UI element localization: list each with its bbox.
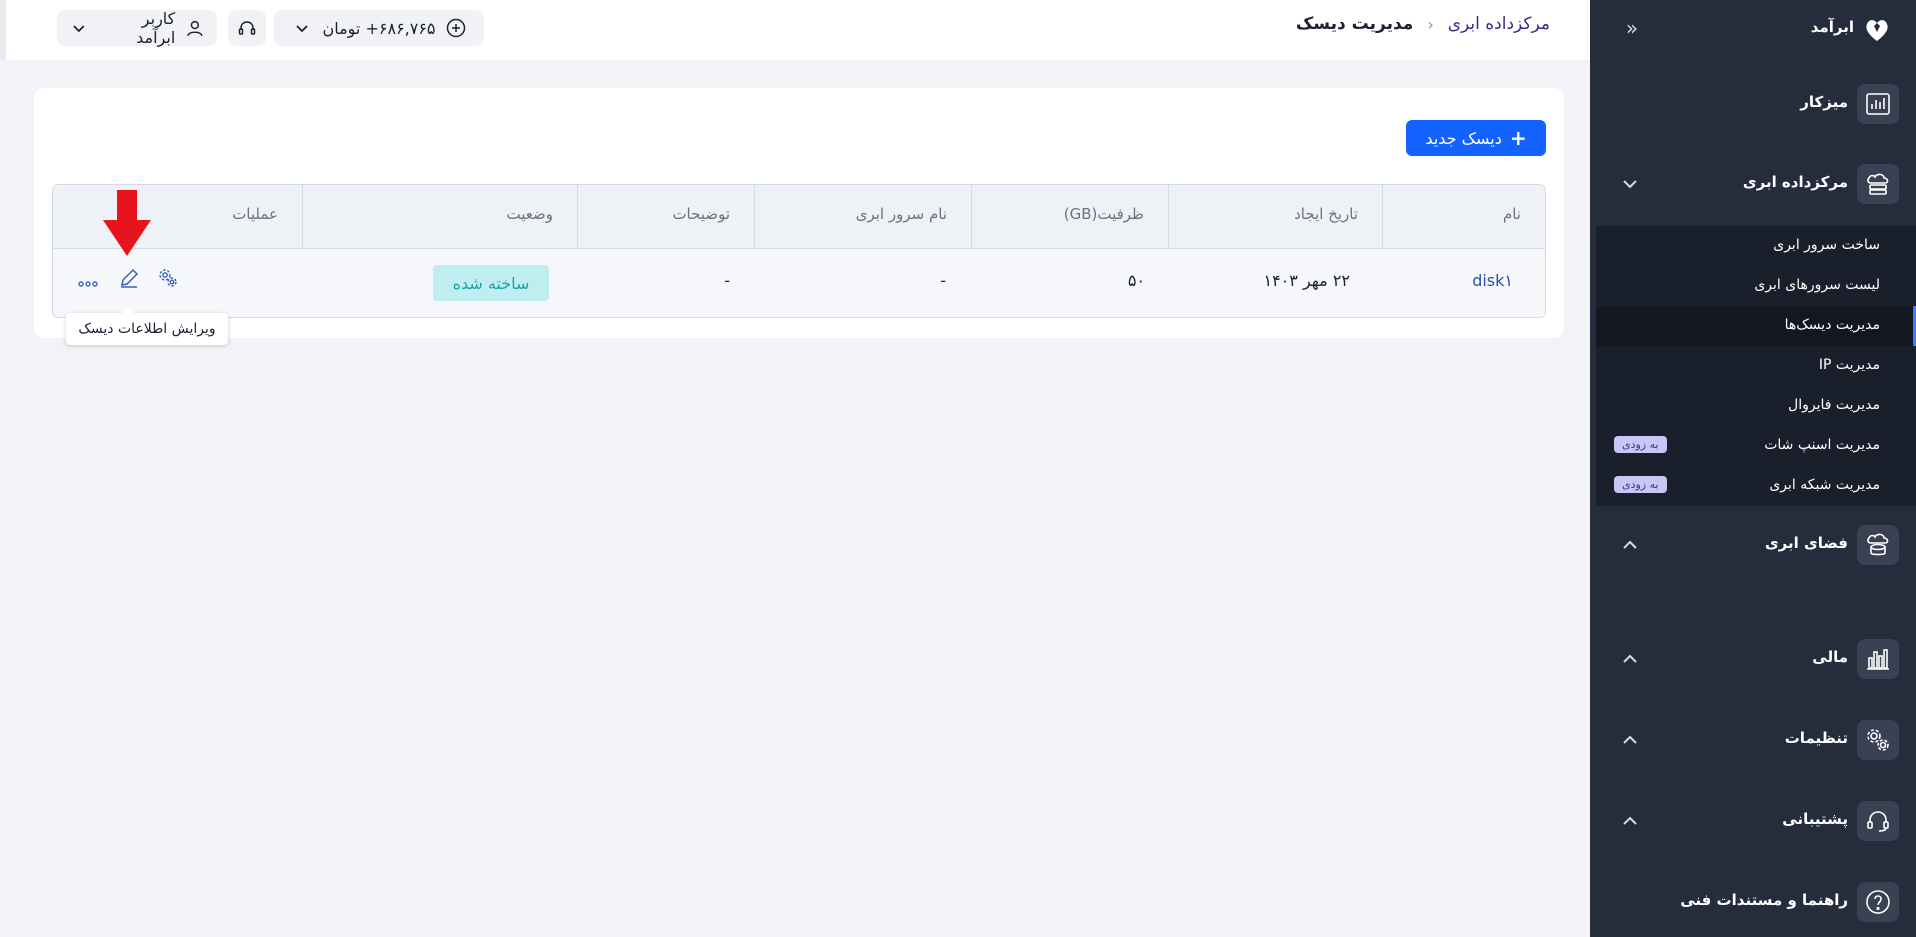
settings-gears-icon <box>1857 720 1899 760</box>
coming-soon-badge: به زودی <box>1614 476 1667 493</box>
chevron-up-icon[interactable] <box>1620 730 1640 750</box>
top-bar: مرکزداده ابری ‹ مدیریت دیسک ۶۸۶,۷۶۵+ توم… <box>0 0 1590 60</box>
user-name: کاربر ابرآمد <box>136 9 176 47</box>
disk-table: نام تاریخ ایجاد ظرفیت(GB) نام سرور ابری … <box>52 184 1546 318</box>
nav-label: مرکزداده ابری <box>1742 173 1848 191</box>
finance-chart-icon <box>1857 639 1899 679</box>
help-icon <box>1857 882 1899 922</box>
edit-disk-tooltip: ویرایش اطلاعات دیسک <box>66 307 228 345</box>
headset-icon <box>1857 801 1899 841</box>
sidebar-item-snapshot-management[interactable]: مدیریت اسنپ شات به زودی <box>1596 426 1916 466</box>
table-row: disk۱ ۲۲ مهر ۱۴۰۳ ۵۰ - - ساخته شده <box>53 249 1545 317</box>
nav-label: راهنما و مستندات فنی <box>1680 891 1848 909</box>
coming-soon-badge: به زودی <box>1614 436 1667 453</box>
chevron-left-icon: ‹ <box>1427 14 1434 34</box>
nav-item-cloud-storage[interactable]: فضای ابری <box>1590 519 1916 571</box>
nav-item-docs[interactable]: راهنما و مستندات فنی <box>1590 876 1916 928</box>
new-disk-button[interactable]: + دیسک جدید <box>1406 120 1546 156</box>
sub-label: مدیریت دیسک‌ها <box>1784 317 1880 333</box>
sub-label: مدیریت IP <box>1818 357 1880 373</box>
brand-name: ابرآمد <box>1810 18 1854 36</box>
nav-label: تنظیمات <box>1784 729 1848 747</box>
chevron-down-icon <box>296 25 309 33</box>
chevron-down-icon[interactable] <box>1620 174 1640 194</box>
user-menu-button[interactable]: کاربر ابرآمد <box>57 9 217 47</box>
sidebar-item-network-management[interactable]: مدیریت شبکه ابری به زودی <box>1596 466 1916 506</box>
chevron-up-icon[interactable] <box>1620 535 1640 555</box>
nav-item-support[interactable]: پشتیبانی <box>1590 795 1916 847</box>
balance-amount: ۶۸۶,۷۶۵+ تومان <box>322 18 436 38</box>
capacity-value: ۵۰ <box>1127 271 1145 290</box>
sidebar-item-create-server[interactable]: ساخت سرور ابری <box>1596 226 1916 266</box>
sidebar-item-firewall-management[interactable]: مدیریت فایروال <box>1596 386 1916 426</box>
nav-item-dashboard[interactable]: میزکار <box>1590 78 1916 130</box>
nav-item-settings[interactable]: تنظیمات <box>1590 714 1916 766</box>
more-options-icon[interactable] <box>77 273 99 295</box>
breadcrumb: مرکزداده ابری ‹ مدیریت دیسک <box>1296 14 1550 34</box>
sidebar-item-disk-management[interactable]: مدیریت دیسک‌ها <box>1596 306 1916 346</box>
chevron-down-icon <box>73 25 85 33</box>
brand[interactable]: ابرآمد « <box>1590 0 1916 56</box>
edit-pencil-icon[interactable] <box>118 267 140 289</box>
add-circle-icon <box>446 18 465 38</box>
column-header-operations: عملیات <box>232 205 278 223</box>
created-date: ۲۲ مهر ۱۴۰۳ <box>1263 271 1350 290</box>
sub-label: مدیریت اسنپ شات <box>1764 437 1880 453</box>
cloud-server-icon <box>1857 164 1899 204</box>
sub-label: مدیریت شبکه ابری <box>1769 477 1880 493</box>
status-badge: ساخته شده <box>433 265 549 301</box>
nav-label: فضای ابری <box>1764 534 1848 552</box>
column-header-capacity: ظرفیت(GB) <box>971 185 1168 249</box>
page-title: مدیریت دیسک <box>1295 14 1414 34</box>
sub-label: ساخت سرور ابری <box>1773 237 1880 253</box>
column-header-created: تاریخ ایجاد <box>1168 185 1382 249</box>
dashboard-chart-icon <box>1857 84 1899 124</box>
description: - <box>724 271 730 290</box>
nav-item-cloud-datacenter[interactable]: مرکزداده ابری <box>1590 158 1916 210</box>
nav-label: پشتیبانی <box>1782 810 1848 828</box>
disk-settings-icon[interactable] <box>157 267 179 289</box>
cloud-storage-icon <box>1857 525 1899 565</box>
support-button[interactable] <box>228 10 266 46</box>
user-icon <box>187 20 203 37</box>
column-header-server: نام سرور ابری <box>754 185 971 249</box>
balance-button[interactable]: ۶۸۶,۷۶۵+ تومان <box>274 10 484 46</box>
plus-icon: + <box>1509 126 1527 150</box>
new-disk-label: دیسک جدید <box>1425 128 1502 148</box>
nav-label: میزکار <box>1800 93 1848 111</box>
sub-label: مدیریت فایروال <box>1788 397 1880 413</box>
disk-list-card: + دیسک جدید نام تاریخ ایجاد ظرفیت(GB) نا… <box>34 88 1564 338</box>
column-header-description: توضیحات <box>577 185 754 249</box>
nav-label: مالی <box>1812 648 1848 666</box>
headset-icon <box>238 21 256 35</box>
cloud-datacenter-submenu: ساخت سرور ابری لیست سرورهای ابری مدیریت … <box>1596 226 1916 506</box>
column-header-name: نام <box>1382 185 1545 249</box>
sidebar-item-ip-management[interactable]: مدیریت IP <box>1596 346 1916 386</box>
column-header-status: وضعیت <box>302 185 577 249</box>
nav-item-finance[interactable]: مالی <box>1590 633 1916 685</box>
collapse-sidebar-icon[interactable]: « <box>1622 18 1642 38</box>
sub-label: لیست سرورهای ابری <box>1754 277 1880 293</box>
disk-name-link[interactable]: disk۱ <box>1472 271 1513 290</box>
breadcrumb-parent-link[interactable]: مرکزداده ابری <box>1448 14 1550 34</box>
server-name: - <box>940 271 946 290</box>
annotation-arrow-icon <box>103 190 151 256</box>
chevron-up-icon[interactable] <box>1620 811 1640 831</box>
brand-logo-icon <box>1866 20 1888 41</box>
table-header: نام تاریخ ایجاد ظرفیت(GB) نام سرور ابری … <box>53 185 1545 249</box>
chevron-up-icon[interactable] <box>1620 649 1640 669</box>
sidebar-item-server-list[interactable]: لیست سرورهای ابری <box>1596 266 1916 306</box>
sidebar: ابرآمد « میزکار مرکزداده ابری ساخت سرور … <box>1590 0 1916 937</box>
